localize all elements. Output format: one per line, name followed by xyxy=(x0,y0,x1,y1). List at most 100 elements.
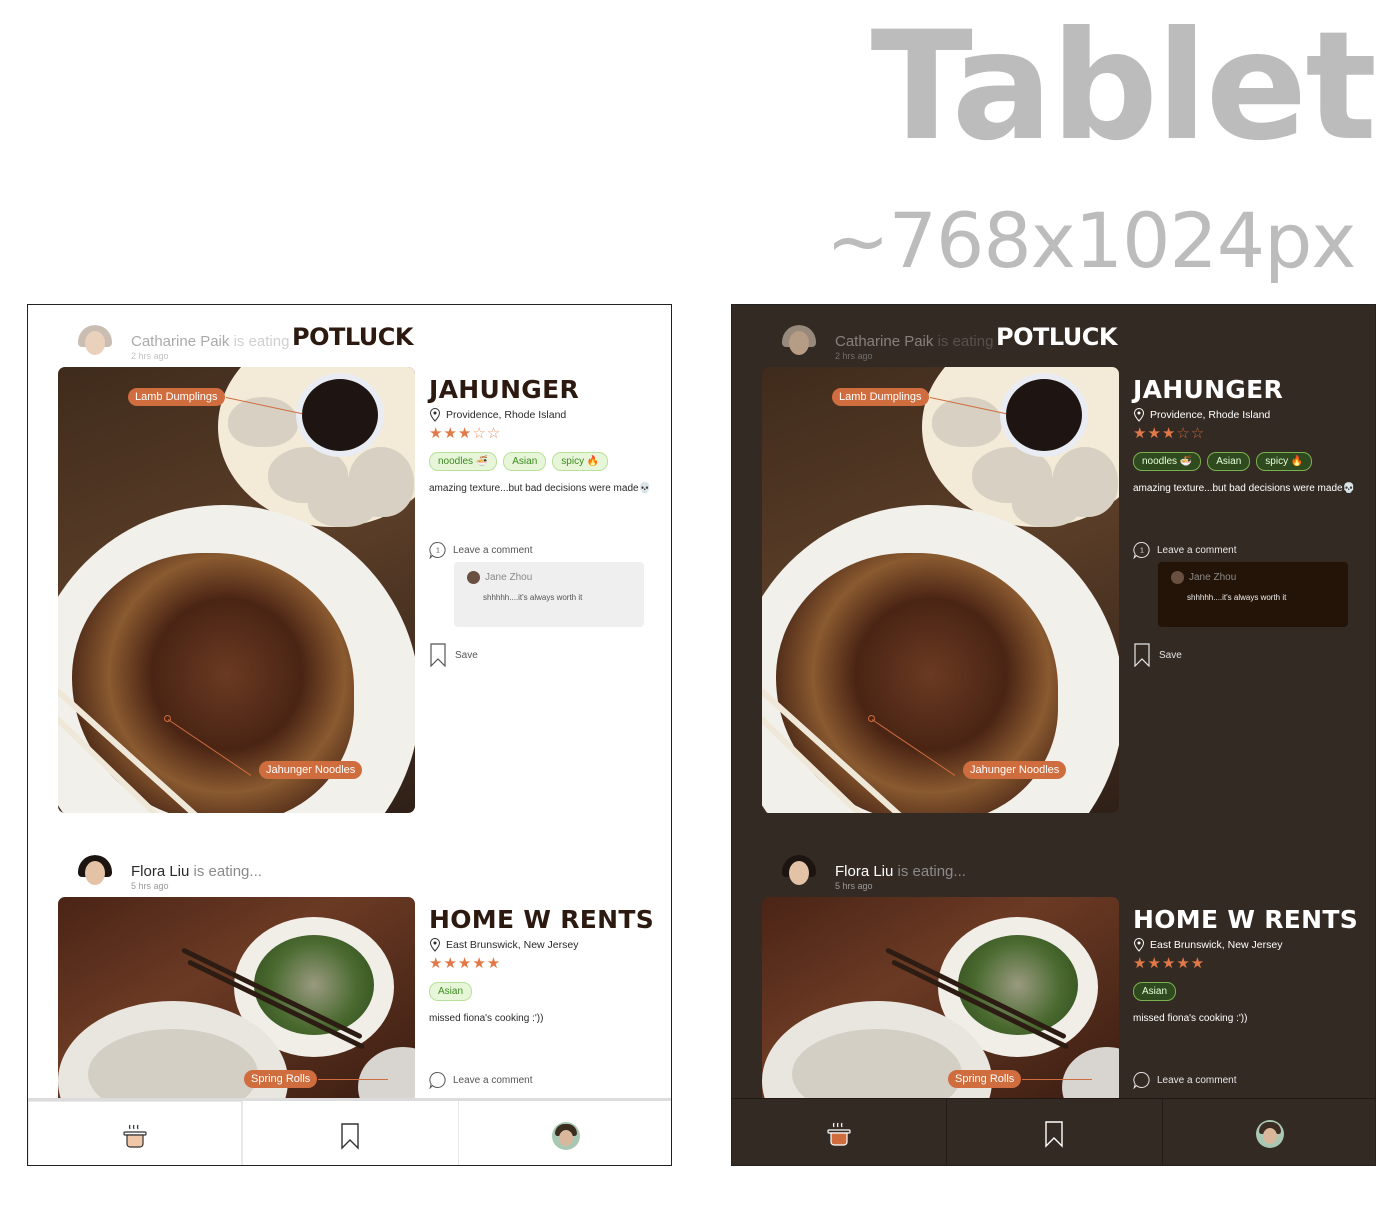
rating-stars: ★★★★★ xyxy=(1133,955,1206,972)
bottom-nav xyxy=(732,1098,1375,1165)
location-pin-icon xyxy=(429,938,441,952)
post-caption: missed fiona's cooking :')) xyxy=(429,1013,544,1024)
avatar[interactable] xyxy=(467,571,480,584)
leave-comment-button[interactable]: 1 Leave a comment xyxy=(1133,541,1237,559)
avatar[interactable] xyxy=(1171,571,1184,584)
comment-bubble-icon xyxy=(429,1071,446,1089)
post-caption: missed fiona's cooking :')) xyxy=(1133,1013,1248,1024)
restaurant-name[interactable]: HOME W RENTS xyxy=(429,905,669,935)
post-details: JAHUNGER Providence, Rhode Island ★★★☆☆ … xyxy=(1133,375,1373,494)
author-name[interactable]: Catharine Paik xyxy=(131,333,229,350)
cooking-pot-icon xyxy=(827,1122,851,1146)
post-time: 5 hrs ago xyxy=(835,881,873,891)
rating-stars: ★★★☆☆ xyxy=(1133,425,1206,442)
location: Providence, Rhode Island xyxy=(429,408,669,422)
profile-avatar-icon xyxy=(1255,1119,1284,1148)
bottom-nav xyxy=(28,1098,671,1165)
bookmark-icon xyxy=(1134,643,1150,667)
post-author: Flora Liu is eating... xyxy=(835,863,966,880)
author-name[interactable]: Catharine Paik xyxy=(835,333,933,350)
comment-count: 1 xyxy=(1140,548,1144,555)
save-label: Save xyxy=(1159,649,1182,661)
rating-stars: ★★★★★ xyxy=(429,955,502,972)
restaurant-name[interactable]: JAHUNGER xyxy=(1133,375,1373,405)
tag-chip[interactable]: spicy 🔥 xyxy=(552,452,609,471)
avatar[interactable] xyxy=(780,325,818,363)
comment-text: shhhhh....it's always worth it xyxy=(483,593,583,602)
author-action: is eating... xyxy=(897,863,966,880)
app-logo: POTLUCK xyxy=(290,323,414,351)
comment-reply: Jane Zhou shhhhh....it's always worth it xyxy=(454,562,644,627)
location-text: East Brunswick, New Jersey xyxy=(1150,939,1283,951)
tag-chip[interactable]: spicy 🔥 xyxy=(1256,452,1313,471)
author-action: is eating... xyxy=(193,863,262,880)
nav-saved-tab[interactable] xyxy=(946,1099,1161,1165)
post-time: 5 hrs ago xyxy=(131,881,169,891)
rating-stars: ★★★☆☆ xyxy=(429,425,502,442)
tag-chip[interactable]: Asian xyxy=(429,982,473,1001)
avatar[interactable] xyxy=(76,325,114,363)
page-subtitle: ~768x1024px xyxy=(826,196,1356,285)
tablet-light-mockup: POTLUCK Catharine Paik is eating... 2 hr… xyxy=(27,304,672,1166)
author-name[interactable]: Flora Liu xyxy=(131,863,189,880)
save-label: Save xyxy=(455,649,478,661)
comment-count: 1 xyxy=(436,548,440,555)
cooking-pot-icon xyxy=(123,1124,147,1148)
commenter-name[interactable]: Jane Zhou xyxy=(1189,572,1236,583)
photo-tag-label[interactable]: Spring Rolls xyxy=(948,1070,1022,1088)
tag-chip[interactable]: noodles 🍜 xyxy=(1133,452,1202,471)
post-time: 2 hrs ago xyxy=(131,351,169,361)
post-author: Flora Liu is eating... xyxy=(131,863,262,880)
app-logo: POTLUCK xyxy=(994,323,1118,351)
tag-chip[interactable]: Asian xyxy=(1207,452,1251,471)
leave-comment-button[interactable]: Leave a comment xyxy=(1133,1071,1237,1089)
photo-tag-label[interactable]: Spring Rolls xyxy=(244,1070,318,1088)
tag-list: Asian xyxy=(1133,982,1373,1001)
restaurant-name[interactable]: HOME W RENTS xyxy=(1133,905,1373,935)
food-photo[interactable]: Lamb Dumplings Jahunger Noodles xyxy=(58,367,415,813)
photo-tag-label[interactable]: Jahunger Noodles xyxy=(259,761,363,779)
post-time: 2 hrs ago xyxy=(835,351,873,361)
location-text: Providence, Rhode Island xyxy=(446,409,567,421)
location: East Brunswick, New Jersey xyxy=(1133,938,1373,952)
save-button[interactable]: Save xyxy=(429,643,478,667)
food-photo[interactable]: Spring Rolls xyxy=(58,897,415,1099)
food-photo[interactable]: Lamb Dumplings Jahunger Noodles xyxy=(762,367,1119,813)
leave-comment-label: Leave a comment xyxy=(1157,1074,1237,1086)
comment-bubble-icon: 1 xyxy=(1133,541,1150,559)
post-author: Catharine Paik is eating... xyxy=(131,333,302,350)
restaurant-name[interactable]: JAHUNGER xyxy=(429,375,669,405)
food-photo[interactable]: Spring Rolls xyxy=(762,897,1119,1099)
post-caption: amazing texture...but bad decisions were… xyxy=(1133,483,1356,494)
nav-feed-tab[interactable] xyxy=(28,1101,242,1165)
tag-chip[interactable]: Asian xyxy=(503,452,547,471)
nav-profile-tab[interactable] xyxy=(457,1101,671,1165)
tag-chip[interactable]: noodles 🍜 xyxy=(429,452,498,471)
post-caption: amazing texture...but bad decisions were… xyxy=(429,483,652,494)
nav-profile-tab[interactable] xyxy=(1161,1099,1375,1165)
profile-avatar-icon xyxy=(551,1121,580,1150)
nav-feed-tab[interactable] xyxy=(732,1099,946,1165)
commenter-name[interactable]: Jane Zhou xyxy=(485,572,532,583)
tag-list: noodles 🍜 Asian spicy 🔥 xyxy=(429,452,669,471)
leave-comment-label: Leave a comment xyxy=(453,544,533,556)
photo-tag-label[interactable]: Lamb Dumplings xyxy=(128,388,225,406)
photo-tag-label[interactable]: Lamb Dumplings xyxy=(832,388,929,406)
tag-chip[interactable]: Asian xyxy=(1133,982,1177,1001)
leave-comment-button[interactable]: 1 Leave a comment xyxy=(429,541,533,559)
location: Providence, Rhode Island xyxy=(1133,408,1373,422)
tag-list: noodles 🍜 Asian spicy 🔥 xyxy=(1133,452,1373,471)
author-name[interactable]: Flora Liu xyxy=(835,863,893,880)
avatar[interactable] xyxy=(780,855,818,893)
tablet-dark-mockup: POTLUCK Catharine Paik is eating... 2 hr… xyxy=(731,304,1376,1166)
avatar[interactable] xyxy=(76,855,114,893)
comment-text: shhhhh....it's always worth it xyxy=(1187,593,1287,602)
post-details: HOME W RENTS East Brunswick, New Jersey … xyxy=(429,905,669,1024)
photo-tag-label[interactable]: Jahunger Noodles xyxy=(963,761,1067,779)
post-details: JAHUNGER Providence, Rhode Island ★★★☆☆ … xyxy=(429,375,669,494)
save-button[interactable]: Save xyxy=(1133,643,1182,667)
bookmark-icon xyxy=(430,643,446,667)
bookmark-icon xyxy=(341,1122,360,1150)
nav-saved-tab[interactable] xyxy=(242,1101,457,1165)
leave-comment-button[interactable]: Leave a comment xyxy=(429,1071,533,1089)
